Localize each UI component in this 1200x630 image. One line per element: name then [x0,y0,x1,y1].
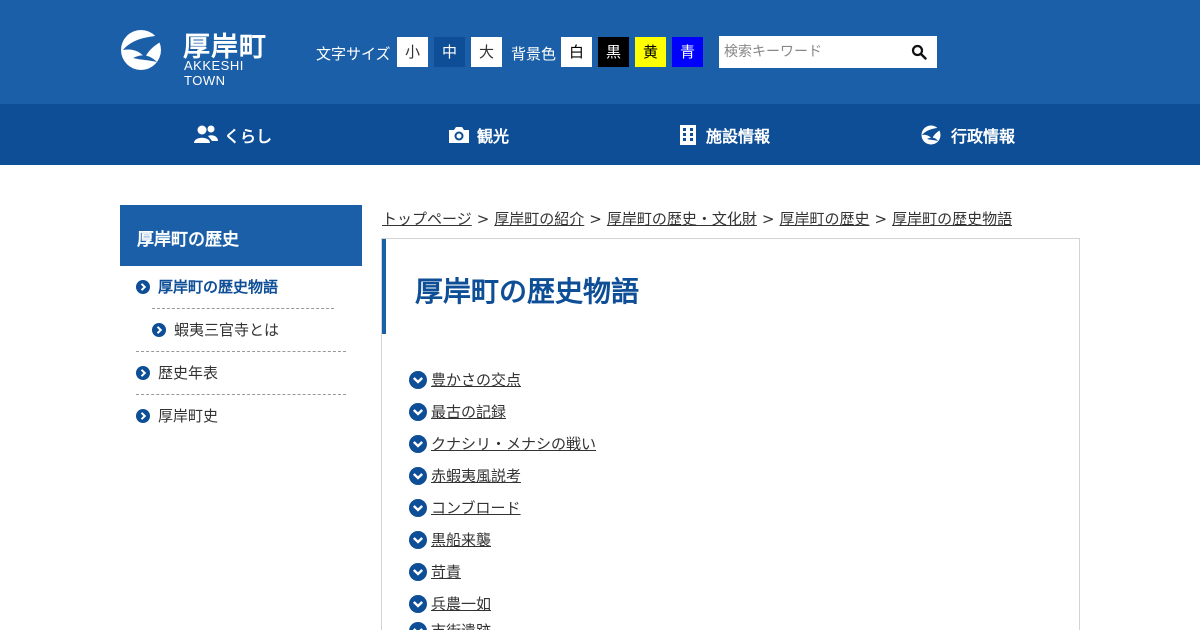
chevron-right-icon [152,322,166,337]
toc-link[interactable]: 苛責 [431,561,461,582]
nav-label: 施設情報 [705,126,770,146]
toc-item: 黒船来襲 [409,529,491,550]
bg-white-button[interactable]: 白 [561,37,592,67]
breadcrumb-link-top[interactable]: トップページ [382,210,472,228]
site-logo[interactable]: 厚岸町 AKKESHI TOWN [119,26,289,88]
toc-item: クナシリ・メナシの戦い [409,433,596,454]
sidebar-item-chronology[interactable]: 歴史年表 [136,362,218,383]
nav-label: 観光 [476,126,509,146]
breadcrumb-separator: > [589,210,602,228]
search-box [719,36,937,68]
chevron-down-icon [409,594,427,613]
toc-item: 赤蝦夷風説考 [409,465,521,486]
divider [152,308,334,309]
camera-icon [448,126,469,143]
breadcrumb-separator: > [874,210,888,228]
chevron-down-icon [409,402,427,421]
chevron-down-icon [409,434,427,453]
chevron-right-icon [136,279,150,294]
chevron-down-icon [409,498,427,517]
sidebar-item-history-story[interactable]: 厚岸町の歴史物語 [136,276,278,297]
font-size-small-button[interactable]: 小 [397,37,428,67]
building-icon [679,124,696,145]
title-accent-bar [382,239,386,334]
global-nav: くらし 観光 施設情報 行政情報 [0,104,1200,165]
chevron-right-icon [136,365,150,380]
nav-item-facilities[interactable]: 施設情報 [593,104,853,165]
sidebar-item-town-history[interactable]: 厚岸町史 [136,405,218,426]
toc-item: 最古の記録 [409,401,506,422]
breadcrumb-link-current[interactable]: 厚岸町の歴史物語 [892,210,1012,228]
breadcrumb-link-intro[interactable]: 厚岸町の紹介 [494,210,584,228]
divider [136,394,346,395]
toc-link[interactable]: 兵農一如 [431,593,491,614]
chevron-down-icon [409,466,427,485]
breadcrumb-separator: > [476,210,490,228]
font-size-large-button[interactable]: 大 [471,37,502,67]
page-title: 厚岸町の歴史物語 [415,275,640,308]
toc-link[interactable]: クナシリ・メナシの戦い [431,433,596,454]
bg-black-button[interactable]: 黒 [598,37,629,67]
toc-link[interactable]: 黒船来襲 [431,529,491,550]
sidebar-item-label: 蝦夷三官寺とは [174,321,280,339]
breadcrumb: トップページ > 厚岸町の紹介 > 厚岸町の歴史・文化財 > 厚岸町の歴史 > 厚岸町の歴史物語 [382,208,1012,229]
toc-link[interactable]: コンブロード [431,497,521,518]
chevron-down-icon [409,530,427,549]
toc-item: 苛責 [409,561,461,582]
toc-item: 兵農一如 [409,593,491,614]
breadcrumb-link-history-culture[interactable]: 厚岸町の歴史・文化財 [607,210,757,228]
sidebar-heading: 厚岸町の歴史 [120,205,362,266]
people-icon [193,125,218,143]
sidebar-item-label: 歴史年表 [158,364,219,382]
chevron-down-icon [409,621,427,630]
chevron-right-icon [136,408,150,423]
nav-label: 行政情報 [950,126,1015,146]
nav-label: くらし [223,126,272,146]
nav-item-kurashi[interactable]: くらし [103,104,363,165]
chevron-down-icon [409,562,427,581]
search-input[interactable] [719,36,905,68]
town-logo-icon [921,125,945,144]
toc-item: 豊かさの交点 [409,369,521,390]
breadcrumb-link-history[interactable]: 厚岸町の歴史 [779,210,869,228]
nav-item-gyosei[interactable]: 行政情報 [838,104,1098,165]
toc-link[interactable]: 最古の記録 [431,401,506,422]
bg-color-label: 背景色 [511,45,557,63]
search-icon[interactable] [911,44,927,60]
divider [136,351,346,352]
logo-text-en: AKKESHI TOWN [184,58,244,88]
breadcrumb-separator: > [761,210,775,228]
font-size-label: 文字サイズ [316,45,391,63]
bg-yellow-button[interactable]: 黄 [635,37,666,67]
toc-link[interactable]: 豊かさの交点 [431,369,521,390]
toc-link[interactable]: 赤蝦夷風説考 [431,465,521,486]
toc-item: コンブロード [409,497,521,518]
toc-item: 市街遺跡 [409,620,491,630]
sidebar-item-label: 厚岸町の歴史物語 [158,278,279,296]
chevron-down-icon [409,370,427,389]
town-logo-icon [121,30,175,70]
toc-link[interactable]: 市街遺跡 [431,620,491,630]
sidebar-item-label: 厚岸町史 [158,407,219,425]
site-header: 厚岸町 AKKESHI TOWN 文字サイズ 小 中 大 背景色 白 黒 黄 青 [0,0,1200,104]
nav-item-kanko[interactable]: 観光 [348,104,608,165]
bg-blue-button[interactable]: 青 [672,37,703,67]
font-size-medium-button[interactable]: 中 [434,37,465,67]
sidebar-item-ezo-sankanji[interactable]: 蝦夷三官寺とは [152,319,279,340]
